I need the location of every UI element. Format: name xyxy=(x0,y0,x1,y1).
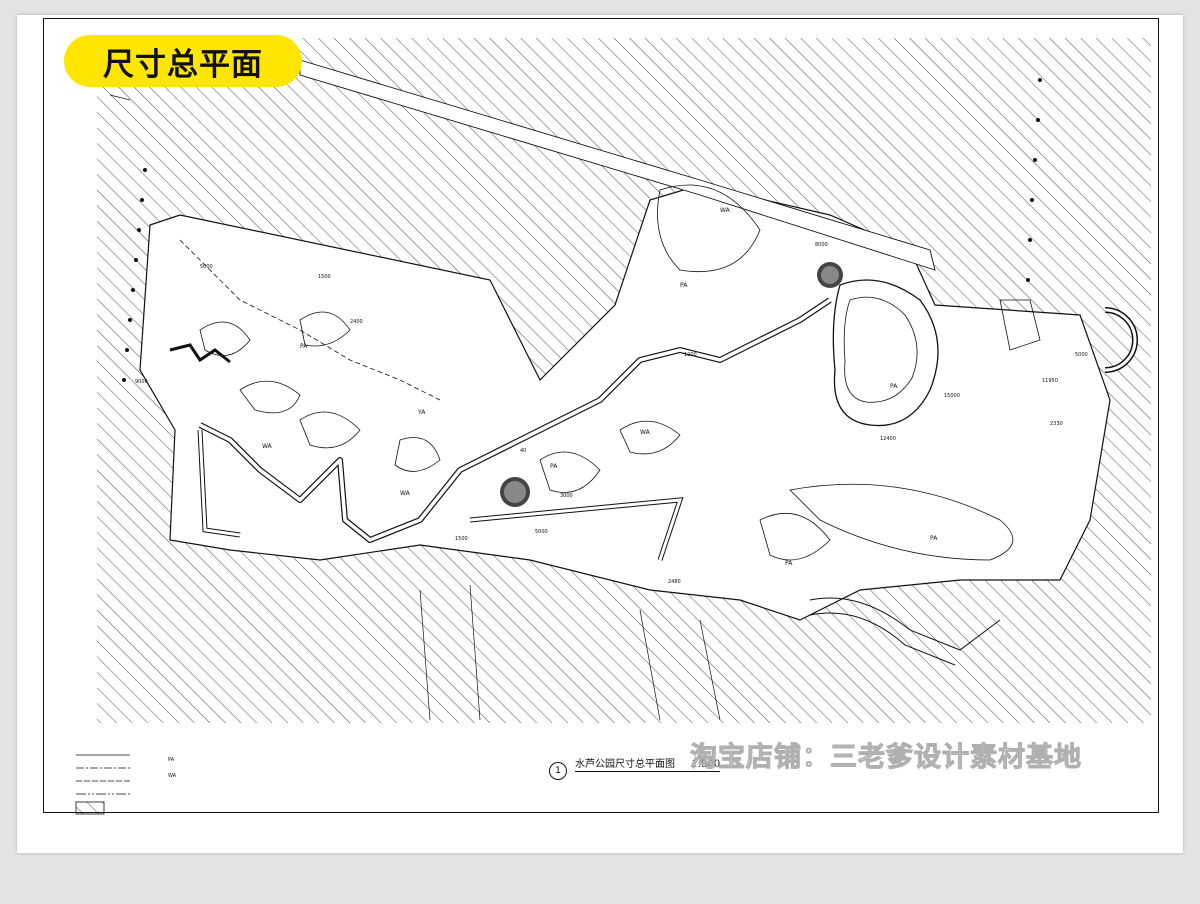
watermark: 淘宝店铺：三老爹设计素材基地 xyxy=(690,742,1082,774)
page-title: 尺寸总平面 xyxy=(64,35,302,87)
drawing-number: 1 xyxy=(549,762,567,780)
drawing-caption-text: 水芦公园尺寸总平面图 xyxy=(575,759,675,770)
drawing-frame xyxy=(43,18,1159,813)
